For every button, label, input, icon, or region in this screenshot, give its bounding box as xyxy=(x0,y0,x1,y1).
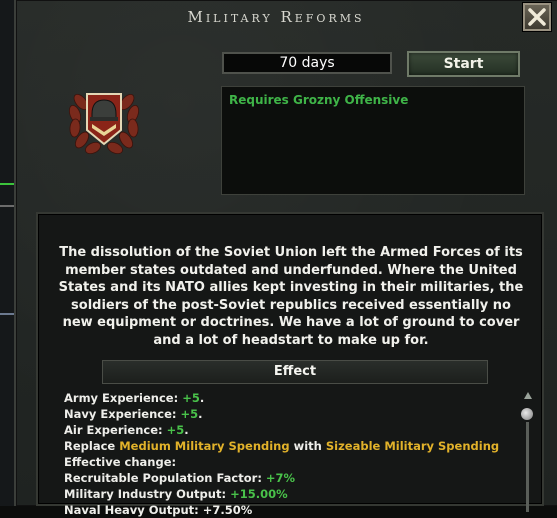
close-icon xyxy=(528,8,546,26)
effect-list: Army Experience: +5. Navy Experience: +5… xyxy=(64,390,504,518)
effect-scrollbar[interactable] xyxy=(521,392,533,512)
effect-cutoff-line: Naval Heavy Output: +7.50% xyxy=(64,503,253,517)
effect-navy-experience: Navy Experience: +5. xyxy=(64,407,203,421)
window-title: Military Reforms xyxy=(187,8,365,26)
scroll-thumb[interactable] xyxy=(521,408,533,420)
requirement-text: Requires Grozny Offensive xyxy=(229,93,409,107)
scroll-track[interactable] xyxy=(526,422,529,512)
start-button[interactable]: Start xyxy=(407,51,520,77)
requirements-box: Requires Grozny Offensive xyxy=(221,86,525,195)
effect-replace-spirit: Replace Medium Military Spending with Si… xyxy=(64,439,500,453)
spirit-from-link[interactable]: Medium Military Spending xyxy=(119,439,289,453)
focus-duration: 70 days xyxy=(222,52,392,74)
effect-military-industry: Military Industry Output: +15.00% xyxy=(64,487,288,501)
focus-description: The dissolution of the Soviet Union left… xyxy=(58,245,524,348)
effect-header: Effect xyxy=(102,360,488,384)
focus-window: Military Reforms 70 days Start Requires … xyxy=(14,0,557,517)
effect-air-experience: Air Experience: +5. xyxy=(64,423,189,437)
effect-army-experience: Army Experience: +5. xyxy=(64,391,205,405)
effect-recruitable-population: Recruitable Population Factor: +7% xyxy=(64,471,296,485)
effect-effective-change: Effective change: xyxy=(64,455,177,469)
helmet-laurel-icon xyxy=(59,80,149,160)
spirit-to-link[interactable]: Sizeable Military Spending xyxy=(326,439,499,453)
scroll-up-arrow-icon[interactable] xyxy=(524,392,532,399)
close-button[interactable] xyxy=(523,3,551,31)
background-map-strip xyxy=(0,0,15,506)
description-panel: The dissolution of the Soviet Union left… xyxy=(36,212,544,517)
